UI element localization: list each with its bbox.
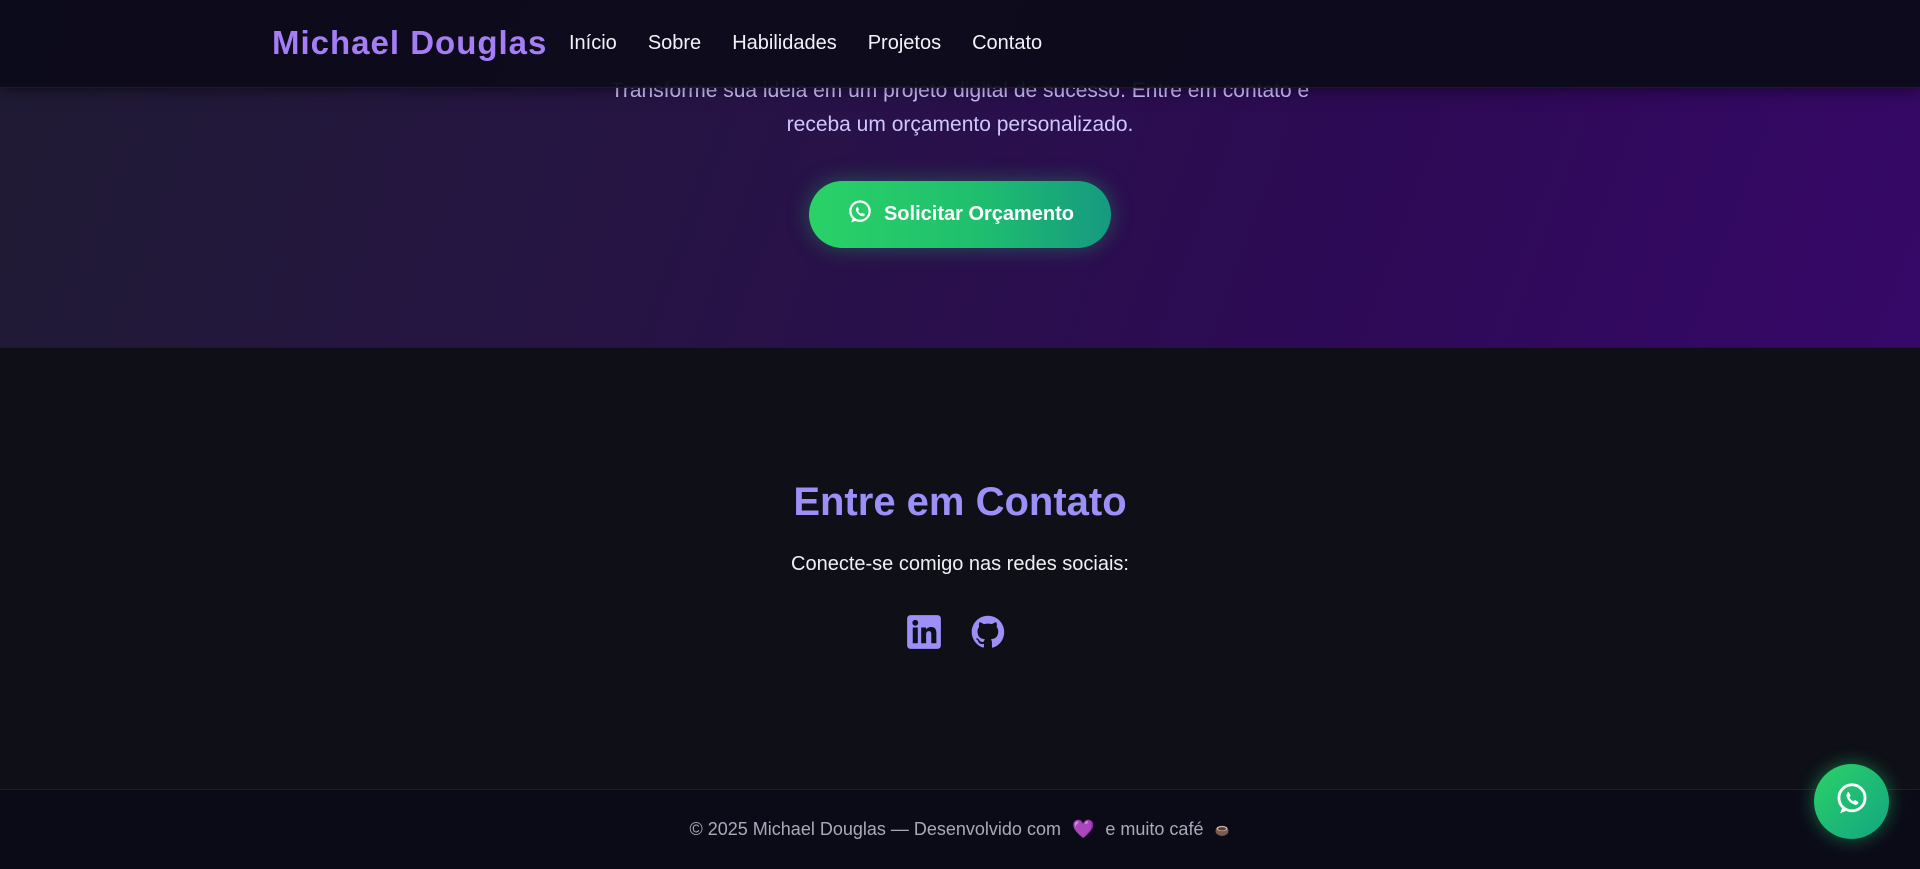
navbar: Michael Douglas Início Sobre Habilidades…: [0, 0, 1920, 88]
social-links: [906, 614, 1006, 654]
nav-links: Início Sobre Habilidades Projetos Contat…: [569, 32, 1042, 55]
request-quote-button[interactable]: Solicitar Orçamento: [809, 181, 1111, 248]
contact-title: Entre em Contato: [793, 480, 1127, 524]
github-link[interactable]: [970, 614, 1006, 654]
nav-link-inicio[interactable]: Início: [569, 32, 617, 55]
nav-link-habilidades[interactable]: Habilidades: [732, 32, 837, 55]
footer-text: © 2025 Michael Douglas — Desenvolvido co…: [0, 819, 1920, 840]
heart-icon: 💜: [1071, 819, 1095, 839]
nav-link-sobre[interactable]: Sobre: [648, 32, 701, 55]
linkedin-icon: [906, 614, 942, 655]
contact-subtitle: Conecte-se comigo nas redes sociais:: [791, 553, 1129, 575]
linkedin-link[interactable]: [906, 614, 942, 654]
coffee-icon: [1214, 821, 1230, 837]
cta-text-line-2: receba um orçamento personalizado.: [786, 113, 1134, 136]
footer-copyright: © 2025 Michael Douglas — Desenvolvido co…: [689, 819, 1061, 839]
footer: © 2025 Michael Douglas — Desenvolvido co…: [0, 789, 1920, 869]
whatsapp-floating-button[interactable]: [1814, 764, 1889, 839]
page: Transforme sua ideia em um projeto digit…: [0, 0, 1920, 869]
brand-logo[interactable]: Michael Douglas: [272, 24, 547, 62]
nav-link-projetos[interactable]: Projetos: [868, 32, 941, 55]
request-quote-label: Solicitar Orçamento: [883, 203, 1075, 225]
whatsapp-icon: [1833, 780, 1871, 823]
footer-coffee-text: e muito café: [1105, 819, 1204, 839]
github-icon: [970, 614, 1006, 655]
nav-link-contato[interactable]: Contato: [972, 32, 1042, 55]
whatsapp-icon: [846, 198, 874, 232]
